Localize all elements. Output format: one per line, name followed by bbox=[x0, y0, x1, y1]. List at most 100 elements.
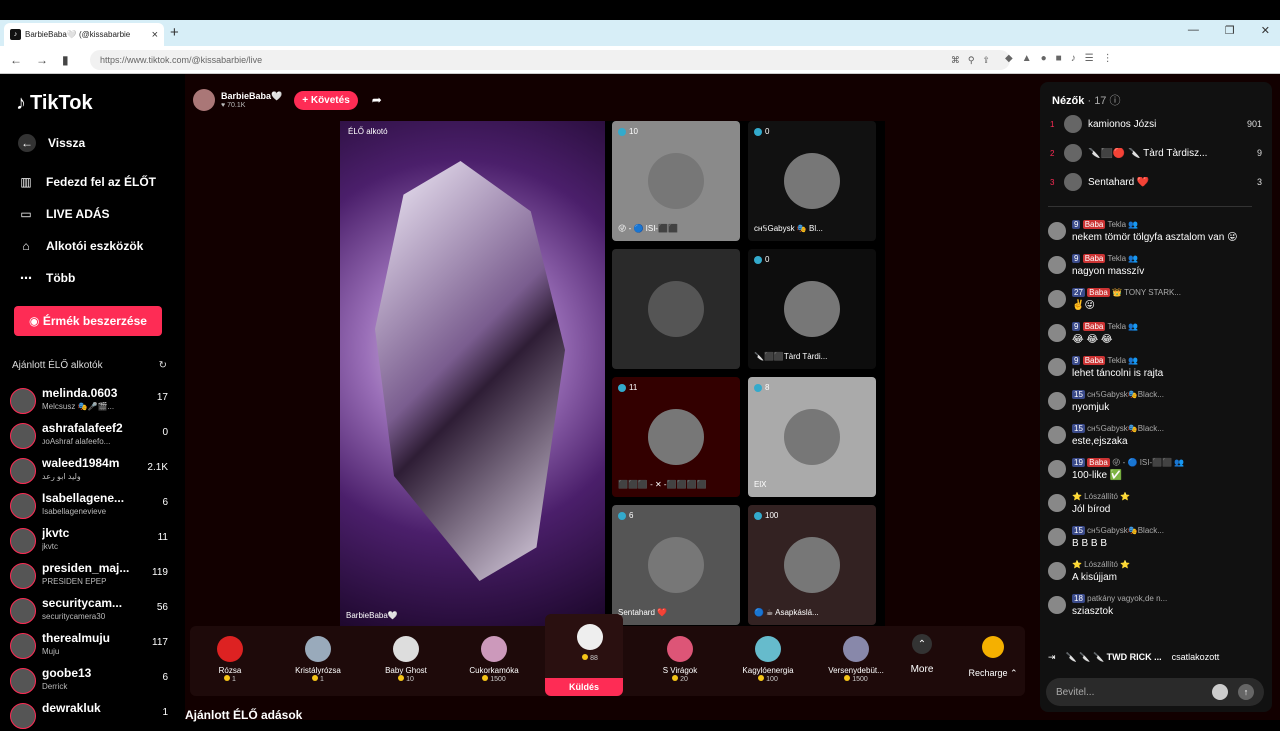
chat-input[interactable]: Bevitel... ↑ bbox=[1046, 678, 1264, 706]
close-window-icon[interactable]: ✕ bbox=[1261, 24, 1270, 37]
avatar[interactable] bbox=[1048, 358, 1066, 376]
guest-tile[interactable]: 11 ⬛⬛⬛ - ✕ -⬛⬛⬛⬛ bbox=[612, 377, 740, 497]
gift-item[interactable]: Versenydebüt... 1500 bbox=[816, 632, 896, 692]
gift-item[interactable]: Rózsa 1 bbox=[190, 632, 270, 692]
guest-tile[interactable]: 0 🔪⬛⬛Tàrd Tàrdi... bbox=[748, 249, 876, 369]
creator-item[interactable]: waleed1984m وليد ابو رعد 2.1K bbox=[10, 454, 168, 486]
creator-name: presiden_maj... bbox=[42, 561, 130, 575]
follow-button[interactable]: + Követés bbox=[294, 90, 358, 110]
creator-item[interactable]: therealmuju Muju 117 bbox=[10, 629, 168, 661]
chat-meta: 9 Baba Tekla 👥 bbox=[1072, 220, 1138, 229]
coin-icon bbox=[672, 675, 679, 681]
avatar[interactable] bbox=[1048, 222, 1066, 240]
creator-subtitle: Isabellagenevieve bbox=[42, 507, 107, 516]
avatar[interactable] bbox=[1048, 290, 1066, 308]
avatar[interactable] bbox=[1048, 324, 1066, 342]
main-stream[interactable]: ÉLŐ alkotó BarbieBaba🤍 bbox=[340, 121, 605, 626]
creator-item[interactable]: goobe13 Derrick 6 bbox=[10, 664, 168, 696]
level-badge: 9 bbox=[1072, 322, 1081, 331]
extension-icon[interactable]: ◆ bbox=[1005, 53, 1013, 64]
guest-tile[interactable]: 100 🔵 ☕ Asapkáslá... bbox=[748, 505, 876, 625]
sidebar-item-live[interactable]: ▭ LIVE ADÁS bbox=[18, 206, 109, 222]
host-avatar[interactable] bbox=[193, 89, 215, 111]
creator-item[interactable]: melinda.0603 Melcsusz 🎭🎤🎬... 17 bbox=[10, 384, 168, 416]
level-badge: 15 bbox=[1072, 424, 1085, 433]
avatar[interactable] bbox=[1048, 562, 1066, 580]
avatar[interactable] bbox=[1048, 596, 1066, 614]
creator-item[interactable]: securitycam... securitycamera30 56 bbox=[10, 594, 168, 626]
host-name[interactable]: BarbieBaba🤍 bbox=[221, 91, 282, 102]
browser-tab[interactable]: ♪ BarbieBaba🤍 (@kissabarbie × bbox=[4, 23, 164, 46]
share-page-icon[interactable]: ⇪ bbox=[982, 55, 990, 66]
sidebar-item-creator-tools[interactable]: ⌂ Alkotói eszközök bbox=[18, 238, 143, 254]
share-icon[interactable]: ➦ bbox=[372, 93, 382, 107]
avatar[interactable] bbox=[1048, 494, 1066, 512]
creator-name: jkvtc bbox=[42, 526, 70, 540]
viewer-icon bbox=[754, 511, 762, 520]
forward-arrow-icon[interactable]: → bbox=[36, 53, 48, 67]
gift-item[interactable]: 88 bbox=[550, 620, 630, 680]
guest-name: 🔵 ☕ Asapkáslá... bbox=[754, 608, 819, 617]
gift-item[interactable]: Baby Ghost 10 bbox=[366, 632, 446, 692]
new-tab-icon[interactable]: + bbox=[170, 24, 179, 41]
creator-viewer-count: 117 bbox=[152, 637, 168, 648]
guest-tile[interactable]: 0 ᴄʜ𝕊Gabysk 🎭 Bl... bbox=[748, 121, 876, 241]
viewer-row[interactable]: 3 Sentahard ❤️ 3 bbox=[1050, 172, 1262, 192]
minimize-icon[interactable]: — bbox=[1188, 24, 1199, 37]
restore-icon[interactable]: ❐ bbox=[1225, 24, 1235, 37]
back-arrow-icon[interactable]: ← bbox=[10, 53, 22, 67]
extension-icon[interactable]: ■ bbox=[1056, 53, 1062, 64]
gift-item[interactable]: Kristályrózsa 1 bbox=[278, 632, 358, 692]
zoom-icon[interactable]: ⚲ bbox=[968, 55, 975, 66]
sidebar-item-explore[interactable]: ▥ Fedezd fel az ÉLŐT bbox=[18, 174, 156, 190]
send-gift-button[interactable]: Küldés bbox=[545, 678, 623, 696]
translate-icon[interactable]: ⌘ bbox=[951, 55, 960, 66]
recharge-button[interactable]: Recharge ⌃ bbox=[962, 626, 1024, 694]
avatar[interactable] bbox=[1048, 460, 1066, 478]
avatar[interactable] bbox=[1048, 256, 1066, 274]
url-text: https://www.tiktok.com/@kissabarbie/live bbox=[100, 55, 263, 65]
emoji-icon[interactable] bbox=[1212, 684, 1228, 700]
coin-icon bbox=[224, 675, 231, 681]
back-button[interactable]: ← Vissza bbox=[18, 134, 85, 152]
creator-viewer-count: 1 bbox=[162, 707, 168, 718]
menu-icon[interactable]: ⋮ bbox=[1103, 53, 1113, 64]
gift-item[interactable]: Kagylóenergia 100 bbox=[728, 632, 808, 692]
close-tab-icon[interactable]: × bbox=[152, 29, 158, 41]
viewer-rank: 2 bbox=[1050, 148, 1055, 158]
tiktok-logo[interactable]: ♪ TikTok bbox=[16, 92, 93, 115]
creator-item[interactable]: ashrafalafeef2 ᴊᴏAshraf alafeefo... 0 bbox=[10, 419, 168, 451]
guest-avatar bbox=[784, 537, 840, 593]
extension-icon[interactable]: ♪ bbox=[1071, 53, 1076, 64]
sidebar-item-more[interactable]: ⋯ Több bbox=[18, 270, 75, 286]
gift-item[interactable]: Cukorkamóka 1500 bbox=[454, 632, 534, 692]
viewer-count: 11 bbox=[618, 383, 637, 392]
guest-tile[interactable]: 6 Sentahard ❤️ bbox=[612, 505, 740, 625]
earn-coins-button[interactable]: ◉ Érmék beszerzése bbox=[14, 306, 162, 336]
viewer-row[interactable]: 2 🔪⬛🔴 🔪 Tàrd Tàrdisz... 9 bbox=[1050, 143, 1262, 163]
extension-icon[interactable]: ● bbox=[1041, 53, 1047, 64]
viewer-row[interactable]: 1 kamionos Józsi 901 bbox=[1050, 114, 1262, 134]
gift-icon bbox=[305, 636, 331, 662]
extension-icon[interactable]: ▲ bbox=[1022, 53, 1032, 64]
url-icons: ⌘ ⚲ ⇪ bbox=[951, 55, 990, 66]
gift-icon bbox=[217, 636, 243, 662]
guest-tile[interactable]: 10 😜 - 🔵 ISI-⬛⬛ bbox=[612, 121, 740, 241]
url-field[interactable]: https://www.tiktok.com/@kissabarbie/live… bbox=[90, 50, 1010, 70]
more-gifts-button[interactable]: ⌃ More bbox=[902, 634, 942, 675]
refresh-icon[interactable]: ↻ bbox=[159, 360, 167, 371]
bookmark-icon[interactable]: ▮ bbox=[62, 53, 69, 67]
gift-item[interactable]: S Virágok 20 bbox=[640, 632, 720, 692]
avatar[interactable] bbox=[1048, 426, 1066, 444]
avatar[interactable] bbox=[1048, 392, 1066, 410]
chevron-up-icon: ⌃ bbox=[912, 634, 932, 654]
creator-item[interactable]: presiden_maj... PRESIDEN EPEP 119 bbox=[10, 559, 168, 591]
extension-icon[interactable]: ☰ bbox=[1085, 53, 1094, 64]
guest-tile[interactable] bbox=[612, 249, 740, 369]
creator-item[interactable]: dewrakluk 1 bbox=[10, 699, 168, 731]
creator-item[interactable]: jkvtc jkvtc 11 bbox=[10, 524, 168, 556]
avatar[interactable] bbox=[1048, 528, 1066, 546]
guest-tile[interactable]: 8 ElX bbox=[748, 377, 876, 497]
creator-item[interactable]: Isabellagene... Isabellagenevieve 6 bbox=[10, 489, 168, 521]
send-icon[interactable]: ↑ bbox=[1238, 684, 1254, 700]
